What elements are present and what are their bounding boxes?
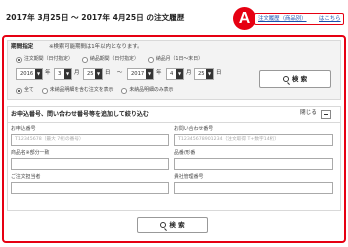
radio-dot[interactable] xyxy=(41,88,48,94)
period-search-button[interactable]: 検 索 xyxy=(259,70,331,88)
filter-search-button[interactable]: 検 索 xyxy=(137,217,208,233)
history-link-box: 注文履歴（商品別） はこちら xyxy=(254,13,344,25)
filter-body: お申込番号 T12345678（最大 7桁の番号） お問い合わせ番号 T1234… xyxy=(7,123,341,211)
from-month-unit: 月 xyxy=(74,70,80,76)
from-day-unit: 日 xyxy=(105,70,111,76)
from-year-unit: 年 xyxy=(45,70,51,76)
from-year-select[interactable]: 2016 ▼ xyxy=(16,68,43,80)
collapse-icon[interactable] xyxy=(321,110,331,119)
orderer-input[interactable] xyxy=(11,182,169,194)
radio-undelivered-only[interactable]: 未納品明細のみ表示 xyxy=(121,87,173,94)
to-day-unit: 日 xyxy=(216,70,222,76)
to-day-select[interactable]: 25 ▼ xyxy=(194,68,214,80)
chevron-down-icon: ▼ xyxy=(95,69,102,79)
to-month-unit: 月 xyxy=(186,70,192,76)
chevron-down-icon: ▼ xyxy=(64,69,71,79)
chevron-down-icon: ▼ xyxy=(35,69,42,79)
from-day-select[interactable]: 25 ▼ xyxy=(83,68,103,80)
to-year-unit: 年 xyxy=(156,70,162,76)
order-no-input[interactable]: T12345678（最大 7桁の番号） xyxy=(11,134,169,146)
period-title: 期間指定 xyxy=(11,44,34,50)
radio-delivery-month[interactable]: 納品月（1日～末日） xyxy=(147,56,203,63)
product-name-input[interactable] xyxy=(11,158,169,170)
period-note: ※検索可能期間は1年以内となります。 xyxy=(49,44,143,50)
annotation-marker-a: A xyxy=(233,7,256,30)
range-separator: ～ xyxy=(117,70,123,76)
part-no-input[interactable] xyxy=(174,158,333,170)
product-name-label: 商品名※部分一致 xyxy=(11,150,50,156)
close-filter-label[interactable]: 閉じる xyxy=(300,110,317,117)
chevron-down-icon: ▼ xyxy=(146,69,153,79)
radio-delivery-period[interactable]: 納品期間（日付指定） xyxy=(81,56,139,63)
history-by-product-link[interactable]: 注文履歴（商品別） xyxy=(258,16,307,22)
date-range-row: 2016 ▼ 年 3 ▼ 月 25 ▼ 日 ～ 2017 ▼ 年 4 ▼ 月 25 ▼ 日 xyxy=(16,68,256,80)
radio-order-period[interactable]: 注文期間（日付指定） xyxy=(16,56,73,63)
filter-header: お申込番号、問い合わせ番号等を追加して絞り込む xyxy=(7,106,341,123)
radio-dot[interactable] xyxy=(16,57,22,63)
filter-title: お申込番号、問い合わせ番号等を追加して絞り込む xyxy=(11,111,149,118)
po-no-label: 貴社管理番号 xyxy=(174,174,204,180)
search-icon xyxy=(160,222,167,228)
radio-dot[interactable] xyxy=(121,88,128,94)
order-no-label: お申込番号 xyxy=(11,126,36,132)
orderer-label: ご注文担当者 xyxy=(11,174,41,180)
radio-dot[interactable] xyxy=(16,88,22,94)
history-link-suffix[interactable]: はこちら xyxy=(319,16,341,22)
inquiry-no-label: お問い合わせ番号 xyxy=(174,126,214,132)
radio-dot[interactable] xyxy=(81,57,88,63)
page-title: 2017年 3月25日 ～ 2017年 4月25日 の注文履歴 xyxy=(6,13,185,22)
status-radio-group: 全て 未納品明細を含む注文を表示 未納品明細のみ表示 xyxy=(16,87,173,94)
to-month-select[interactable]: 4 ▼ xyxy=(166,68,184,80)
chevron-down-icon: ▼ xyxy=(206,69,213,79)
part-no-label: 品番/形番 xyxy=(174,150,196,156)
date-type-radio-group: 注文期間（日付指定） 納品期間（日付指定） 納品月（1日～末日） xyxy=(16,56,203,63)
search-icon xyxy=(282,76,289,82)
po-no-input[interactable] xyxy=(174,182,333,194)
radio-dot[interactable] xyxy=(147,57,154,63)
radio-all[interactable]: 全て xyxy=(16,87,34,94)
radio-include-undelivered[interactable]: 未納品明細を含む注文を表示 xyxy=(41,87,113,94)
inquiry-no-input[interactable]: T12345678901234（注文取得 T+数字14桁） xyxy=(174,134,333,146)
from-month-select[interactable]: 3 ▼ xyxy=(54,68,72,80)
chevron-down-icon: ▼ xyxy=(176,69,183,79)
to-year-select[interactable]: 2017 ▼ xyxy=(127,68,154,80)
